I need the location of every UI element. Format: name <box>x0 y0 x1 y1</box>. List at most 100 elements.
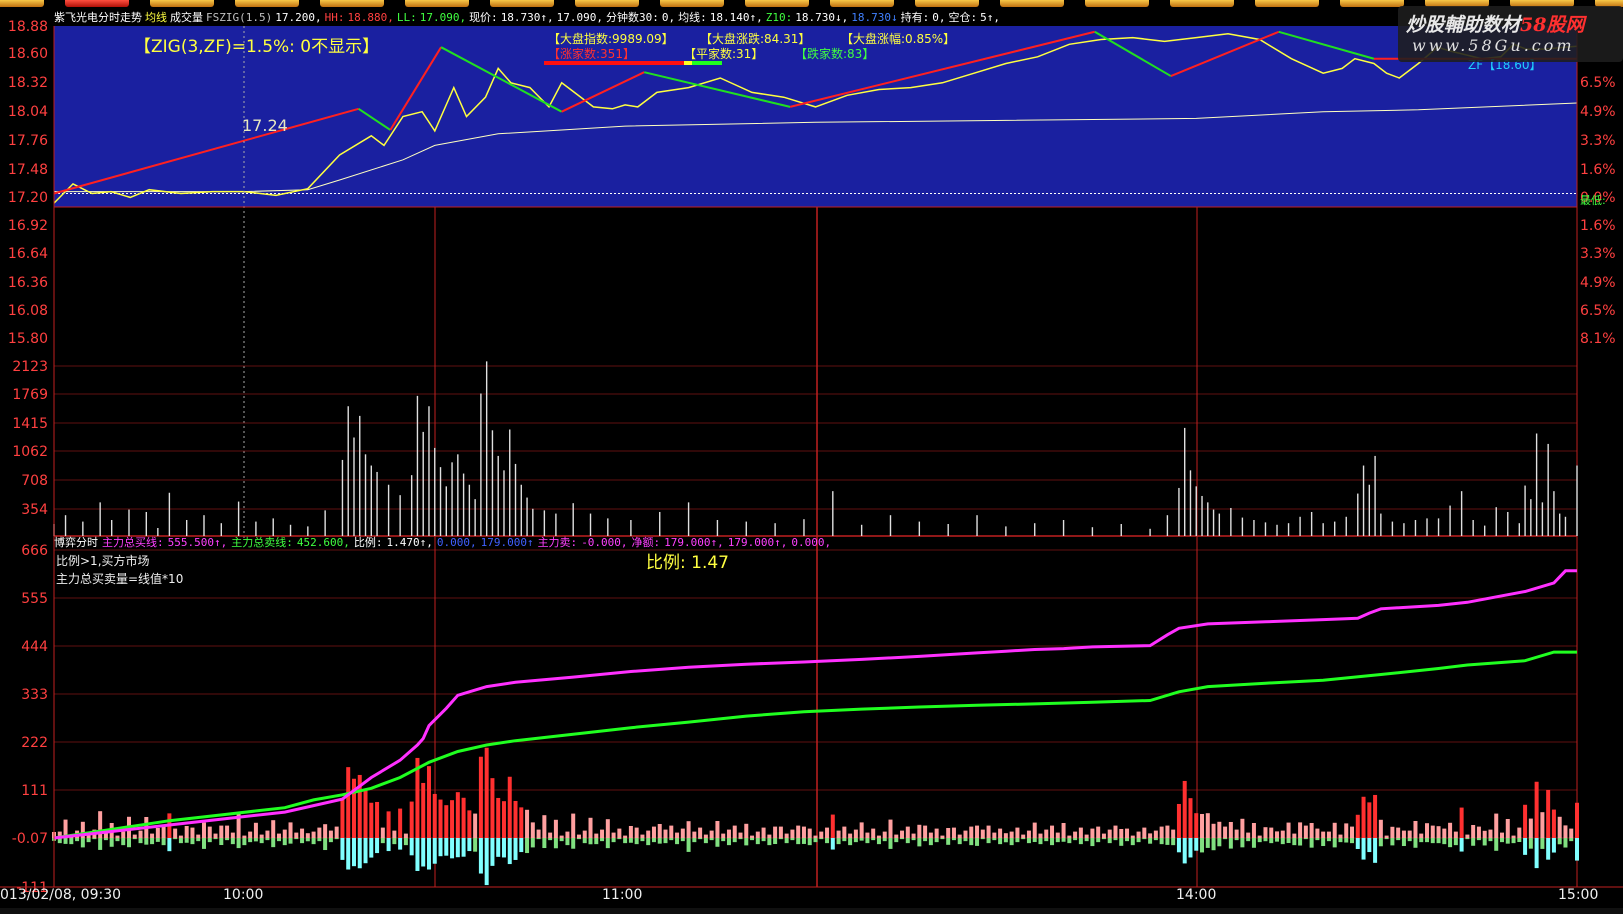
pct-tick: 8.1% <box>1580 331 1616 347</box>
sell-bar <box>1026 838 1031 844</box>
sell-bar <box>253 838 258 842</box>
watermark-title-a: 炒股輔助数材 <box>1406 14 1521 36</box>
sell-bar <box>346 838 351 870</box>
buy-bar <box>242 835 247 838</box>
buy-bar <box>1107 829 1112 838</box>
buy-bar <box>940 835 945 838</box>
buy-bar <box>1026 830 1031 838</box>
sell-bar <box>963 838 968 842</box>
sell-bar <box>744 838 749 846</box>
buy-bar <box>565 831 570 838</box>
buy-bar <box>398 808 403 838</box>
buy-bar <box>542 815 547 838</box>
buy-bar <box>1378 819 1383 838</box>
info-item: HH: <box>324 11 345 24</box>
buy-bar <box>986 825 991 838</box>
buy-bar <box>173 828 178 838</box>
sell-bar <box>848 838 853 846</box>
buy-bar <box>138 830 143 838</box>
sell-bar <box>1130 838 1135 846</box>
sell-bar <box>767 838 772 846</box>
sell-bar <box>928 838 933 846</box>
indicator-item: 主力总卖线: <box>231 536 293 549</box>
sell-bar <box>900 838 905 840</box>
sell-bar <box>882 838 887 842</box>
sell-bar <box>1448 838 1453 848</box>
buy-bar <box>1442 828 1447 838</box>
sell-bar <box>490 838 495 866</box>
buy-bar <box>1200 813 1205 838</box>
sell-bar <box>426 838 431 870</box>
sell-bar <box>934 838 939 843</box>
sell-bar <box>190 838 195 845</box>
buy-bar <box>467 810 472 838</box>
sell-bar <box>1223 838 1228 840</box>
sell-bar <box>1257 838 1262 843</box>
sell-bar <box>126 838 131 848</box>
market-note: 比例>1,买方市场 <box>56 554 150 568</box>
info-item: 均线: <box>678 11 707 24</box>
buy-bar <box>375 801 380 838</box>
buy-bar <box>669 825 674 838</box>
sell-bar <box>501 838 506 858</box>
buy-bar <box>548 832 553 838</box>
sell-bar <box>617 838 622 840</box>
sell-bar <box>721 838 726 842</box>
buy-bar <box>576 834 581 838</box>
sell-bar <box>1269 838 1274 844</box>
sell-bar <box>357 838 362 869</box>
price-tick: 16.36 <box>8 275 48 291</box>
sell-bar <box>1425 838 1430 843</box>
sell-bar <box>230 838 235 845</box>
buy-bar <box>1090 828 1095 838</box>
buy-bar <box>680 828 685 838</box>
sell-bar <box>548 838 553 841</box>
sell-bar <box>300 838 305 844</box>
sell-bar <box>1569 838 1574 842</box>
sell-bar <box>473 838 478 852</box>
sell-bar <box>455 838 460 858</box>
sell-bar <box>634 838 639 845</box>
sell-bar <box>801 838 806 844</box>
buy-bar <box>623 835 628 838</box>
buy-bar <box>519 807 524 838</box>
sell-bar <box>651 838 656 843</box>
buy-bar <box>726 829 731 838</box>
ind-tick: 444 <box>21 639 48 655</box>
volume-tick: 1769 <box>12 387 48 403</box>
volume-tick: 1062 <box>12 444 48 460</box>
pct-tick: 4.9% <box>1580 104 1616 120</box>
buy-bar <box>819 831 824 838</box>
sell-bar <box>1067 838 1072 844</box>
price-tick: 16.64 <box>8 246 48 262</box>
sell-bar <box>121 838 126 846</box>
sell-bar <box>461 838 466 857</box>
sell-bar <box>819 838 824 840</box>
buy-bar <box>934 828 939 838</box>
sell-bar <box>1332 838 1337 848</box>
sell-bar <box>294 838 299 840</box>
buy-bar <box>807 828 812 838</box>
sell-bar <box>132 838 137 840</box>
buy-bar <box>1355 814 1360 838</box>
buy-bar <box>1240 818 1245 838</box>
buy-bar <box>715 820 720 838</box>
buy-bar <box>1038 833 1043 838</box>
price-tick: 16.92 <box>8 218 48 234</box>
sell-bar <box>1442 838 1447 845</box>
sell-bar <box>1119 838 1124 846</box>
buy-bar <box>998 828 1003 838</box>
sell-bar <box>1090 838 1095 847</box>
buy-bar <box>1511 835 1516 838</box>
sell-bar <box>888 838 893 849</box>
indicator-item: 179.000↑ <box>480 536 534 549</box>
sell-bar <box>1125 838 1130 842</box>
sell-bar <box>519 838 524 853</box>
sell-bar <box>1251 838 1256 848</box>
sell-bar <box>1471 838 1476 846</box>
sell-bar <box>219 838 224 846</box>
sell-bar <box>178 838 183 844</box>
info-item: 17.200, <box>275 11 322 24</box>
sell-bar <box>1084 838 1089 842</box>
sell-bar <box>680 838 685 842</box>
